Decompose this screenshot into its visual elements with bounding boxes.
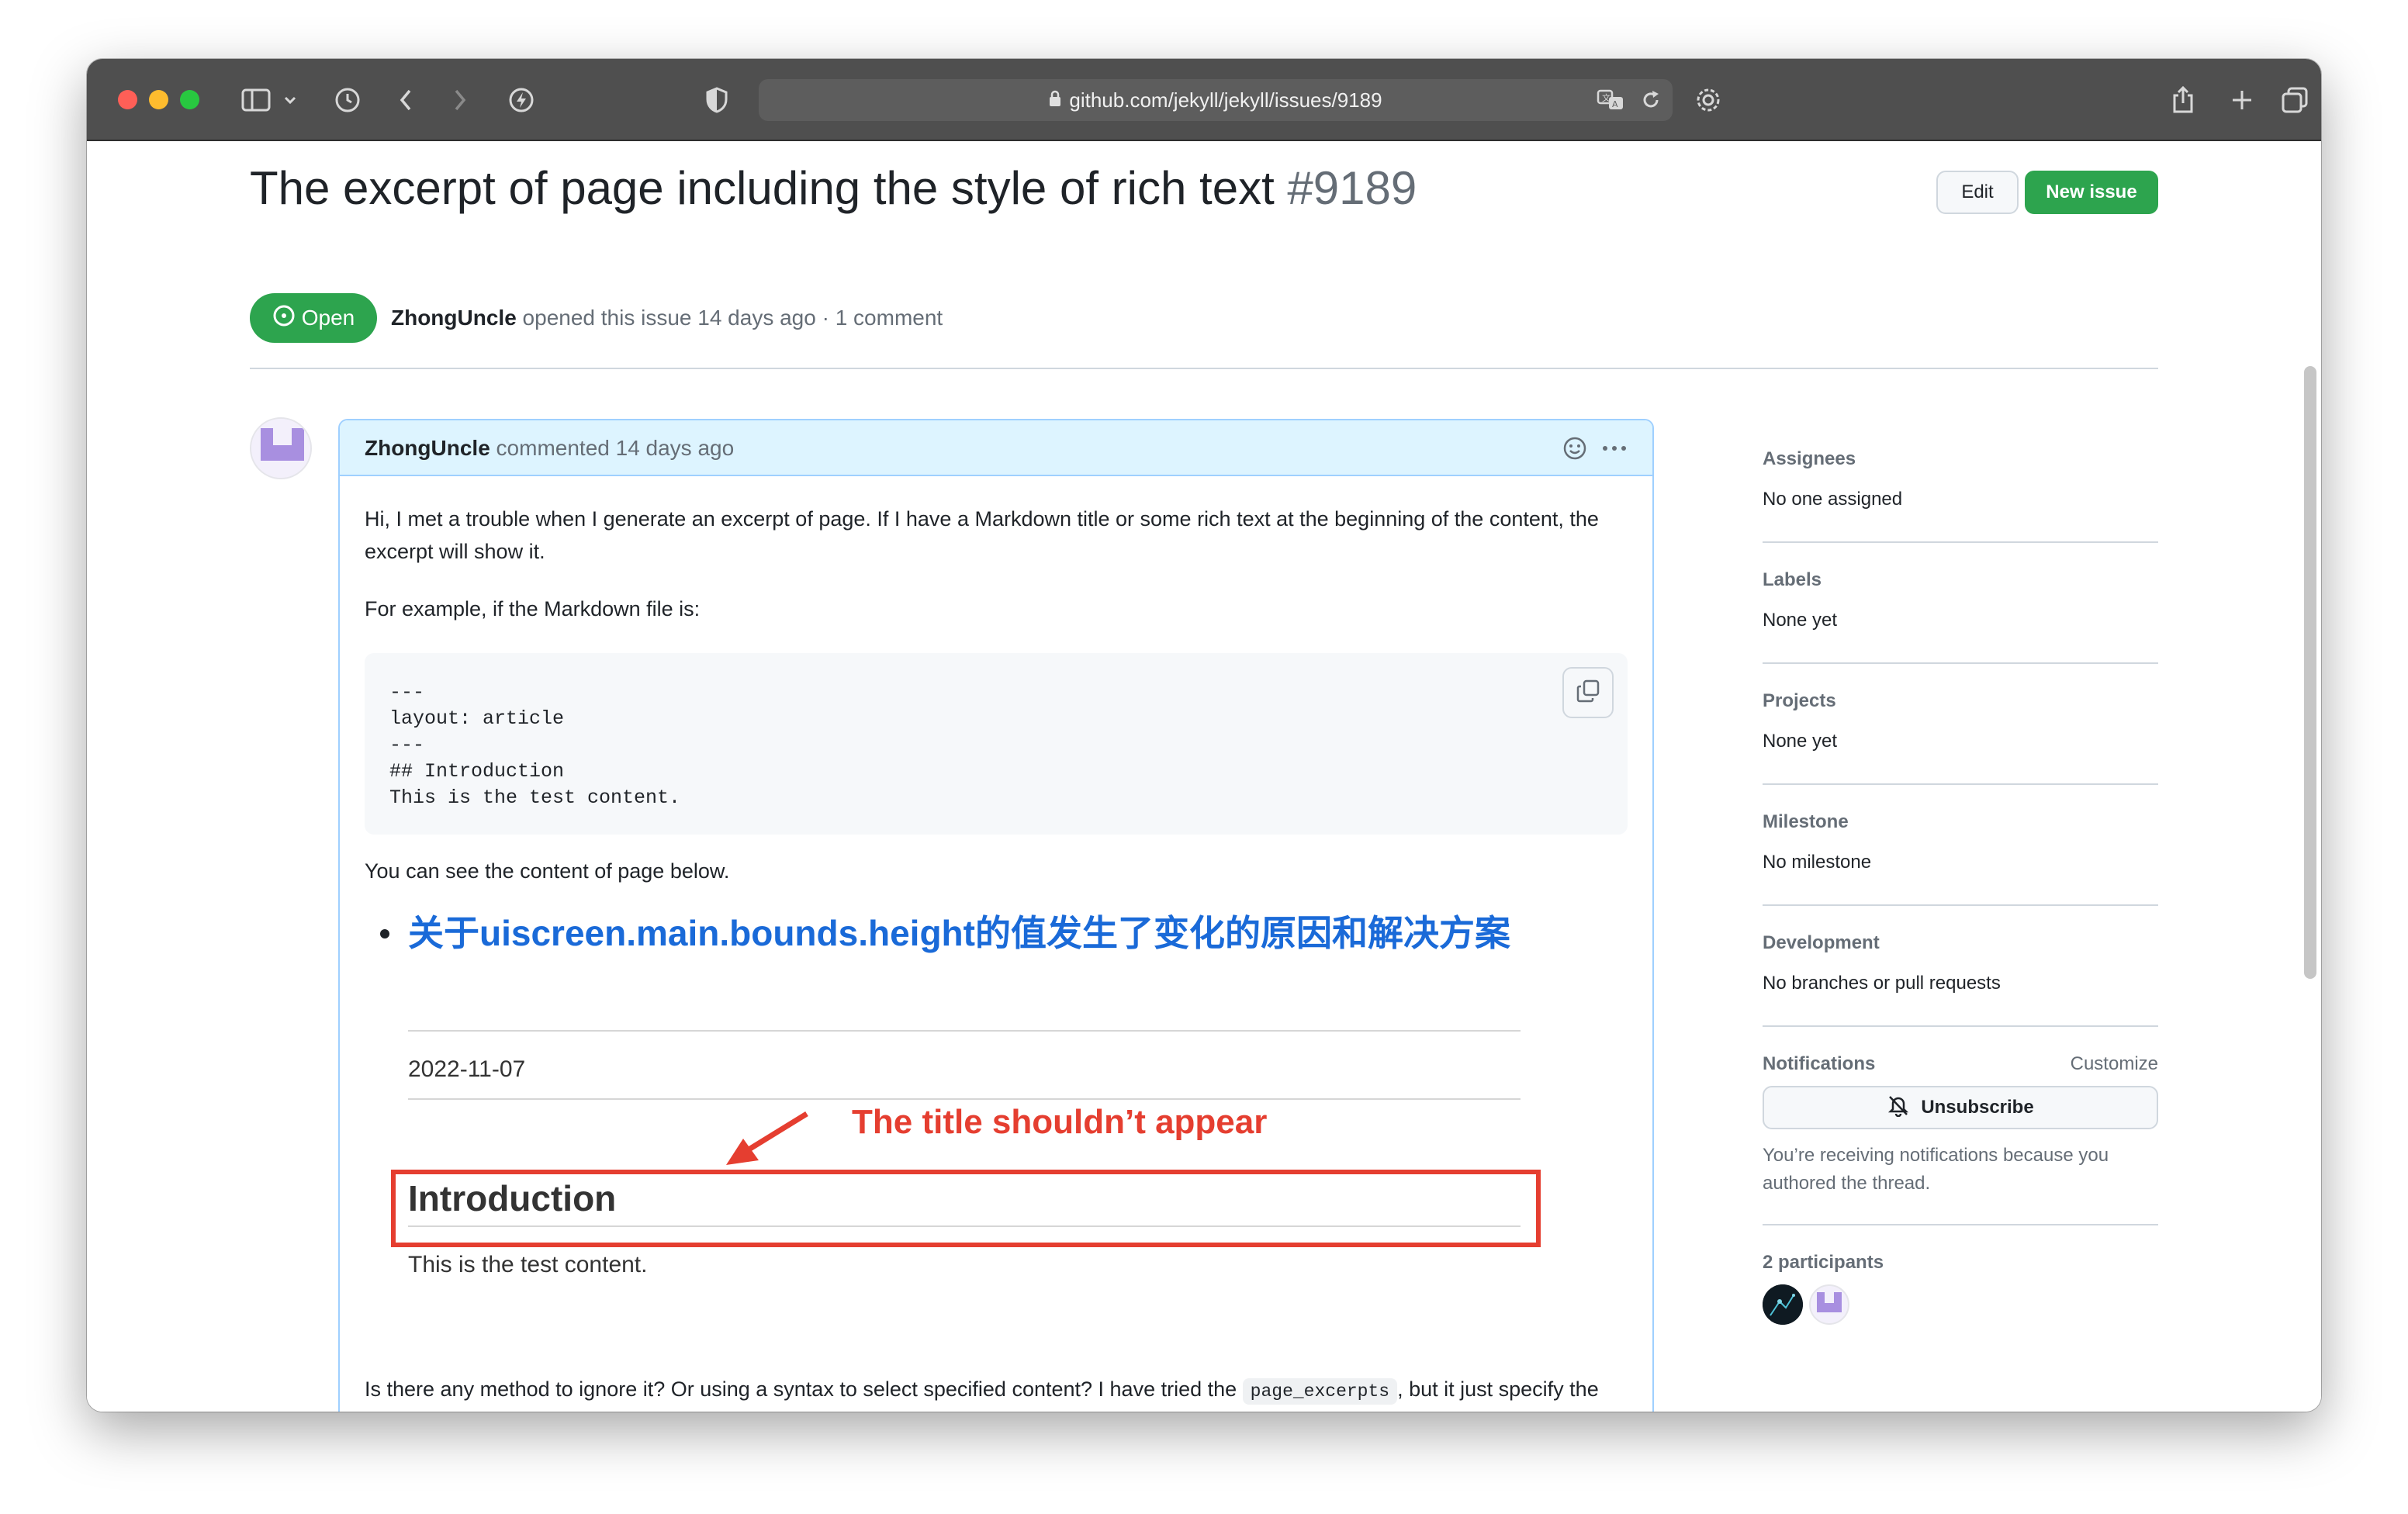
bell-slash-icon: [1887, 1094, 1910, 1122]
issue-meta-text: opened this issue 14 days ago · 1 commen…: [522, 306, 943, 330]
sidebar-development: Development No branches or pull requests: [1763, 932, 2158, 994]
comment-paragraph: You can see the content of page below.: [365, 859, 730, 883]
comment-text: Is there any method to ignore it? Or usi…: [365, 1377, 1237, 1401]
copy-button[interactable]: [1562, 667, 1614, 718]
edit-button[interactable]: Edit: [1936, 171, 2019, 214]
lock-icon: [1049, 88, 1061, 112]
translate-icon[interactable]: 文A: [1597, 88, 1624, 116]
sidebar-title[interactable]: Development: [1763, 932, 2158, 954]
code-block: --- layout: article --- ## Introduction …: [365, 653, 1628, 835]
sidebar-title[interactable]: Milestone: [1763, 811, 2158, 833]
comment-timestamp[interactable]: commented 14 days ago: [496, 436, 735, 460]
new-issue-button[interactable]: New issue: [2025, 171, 2158, 214]
new-tab-icon[interactable]: [2226, 82, 2258, 118]
header-divider: [250, 368, 2158, 369]
chevron-down-icon[interactable]: [281, 82, 299, 118]
sidebar-divider: [1763, 1025, 2158, 1027]
post-divider: [408, 1030, 1521, 1032]
sidebar-assignees: Assignees No one assigned: [1763, 448, 2158, 510]
sidebar-labels: Labels None yet: [1763, 569, 2158, 631]
browser-toolbar: github.com/jekyll/jekyll/issues/9189 文A: [87, 59, 2321, 141]
sidebar-value: No branches or pull requests: [1763, 973, 2001, 994]
history-icon[interactable]: [332, 82, 363, 118]
url-text: github.com/jekyll/jekyll/issues/9189: [1069, 88, 1382, 112]
address-bar[interactable]: github.com/jekyll/jekyll/issues/9189 文A: [759, 79, 1673, 121]
code-content: --- layout: article --- ## Introduction …: [389, 681, 681, 809]
more-options-icon[interactable]: [1601, 436, 1628, 465]
issue-state-badge: Open: [250, 293, 377, 343]
participant-avatar[interactable]: [1763, 1284, 1803, 1325]
svg-text:A: A: [1612, 99, 1618, 109]
sidebar-title[interactable]: Assignees: [1763, 448, 2158, 470]
minimize-window-button[interactable]: [149, 90, 168, 109]
sidebar-value: None yet: [1763, 731, 1838, 752]
issue-comment: ZhongUncle commented 14 days ago Hi, I m…: [338, 419, 1654, 1412]
issue-author-link[interactable]: ZhongUncle: [391, 306, 517, 330]
post-title-link: 关于uiscreen.main.bounds.height的值发生了变化的原因和…: [408, 913, 1510, 953]
sidebar-value: None yet: [1763, 610, 1838, 631]
issue-number: #9189: [1287, 162, 1417, 214]
sidebar-projects: Projects None yet: [1763, 690, 2158, 752]
heading-underline: [408, 1225, 1521, 1227]
customize-link[interactable]: Customize: [2042, 1053, 2158, 1075]
sidebar-divider: [1763, 662, 2158, 664]
settings-gear-icon[interactable]: [1693, 82, 1724, 118]
sidebar-divider: [1763, 904, 2158, 906]
svg-text:文: 文: [1602, 92, 1611, 103]
sidebar-divider: [1763, 541, 2158, 543]
close-window-button[interactable]: [118, 90, 137, 109]
comment-paragraph: Hi, I met a trouble when I generate an e…: [365, 507, 1599, 563]
back-icon[interactable]: [394, 82, 417, 118]
share-icon[interactable]: [2168, 82, 2199, 118]
issue-title-text: The excerpt of page including the style …: [250, 162, 1275, 214]
zoom-window-button[interactable]: [180, 90, 199, 109]
annotation-arrow-icon: [720, 1108, 813, 1174]
avatar[interactable]: [250, 417, 312, 479]
inline-code: page_excerpts: [1242, 1378, 1398, 1405]
issue-title: The excerpt of page including the style …: [250, 161, 1417, 215]
sidebar-divider: [1763, 1224, 2158, 1225]
comment-author-line: ZhongUncle commented 14 days ago: [365, 436, 734, 461]
issue-opened-icon: [272, 304, 296, 333]
post-date: 2022-11-07: [408, 1056, 526, 1082]
issue-state-label: Open: [301, 306, 355, 330]
extension-bolt-icon[interactable]: [506, 82, 537, 118]
sidebar-participants: 2 participants: [1763, 1252, 2158, 1274]
post-heading: Introduction: [408, 1178, 617, 1218]
copy-icon: [1576, 679, 1600, 707]
annotation-text: The title shouldn’t appear: [852, 1103, 1268, 1141]
comment-paragraph: Is there any method to ignore it? Or usi…: [365, 1373, 1629, 1412]
sidebar-value: No milestone: [1763, 852, 1872, 873]
browser-window: github.com/jekyll/jekyll/issues/9189 文A …: [87, 59, 2321, 1412]
sidebar-title: 2 participants: [1763, 1252, 1884, 1273]
post-divider: [408, 1098, 1521, 1100]
unsubscribe-label: Unsubscribe: [1921, 1097, 2034, 1118]
list-bullet: [380, 929, 389, 938]
privacy-shield-icon[interactable]: [701, 82, 732, 118]
comment-author-link[interactable]: ZhongUncle: [365, 436, 490, 460]
comment-paragraph: For example, if the Markdown file is:: [365, 597, 701, 620]
tab-overview-icon[interactable]: [2279, 82, 2310, 118]
post-body-text: This is the test content.: [408, 1252, 648, 1277]
comment-header: ZhongUncle commented 14 days ago: [340, 420, 1652, 476]
sidebar-value: No one assigned: [1763, 489, 1903, 510]
forward-icon[interactable]: [448, 82, 472, 118]
issue-meta: ZhongUncle opened this issue 14 days ago…: [391, 306, 943, 330]
sidebar-milestone: Milestone No milestone: [1763, 811, 2158, 873]
reload-icon[interactable]: [1640, 89, 1662, 115]
unsubscribe-button[interactable]: Unsubscribe: [1763, 1086, 2158, 1129]
sidebar-title[interactable]: Projects: [1763, 690, 2158, 712]
sidebar-toggle-icon[interactable]: [239, 82, 273, 118]
sidebar-divider: [1763, 783, 2158, 785]
emoji-reaction-icon[interactable]: [1562, 436, 1587, 465]
participant-avatar[interactable]: [1809, 1284, 1849, 1325]
sidebar-title[interactable]: Labels: [1763, 569, 2158, 591]
page-content: The excerpt of page including the style …: [87, 141, 2321, 1412]
notifications-note: You’re receiving notifications because y…: [1763, 1145, 2109, 1194]
scrollbar[interactable]: [2304, 366, 2316, 979]
